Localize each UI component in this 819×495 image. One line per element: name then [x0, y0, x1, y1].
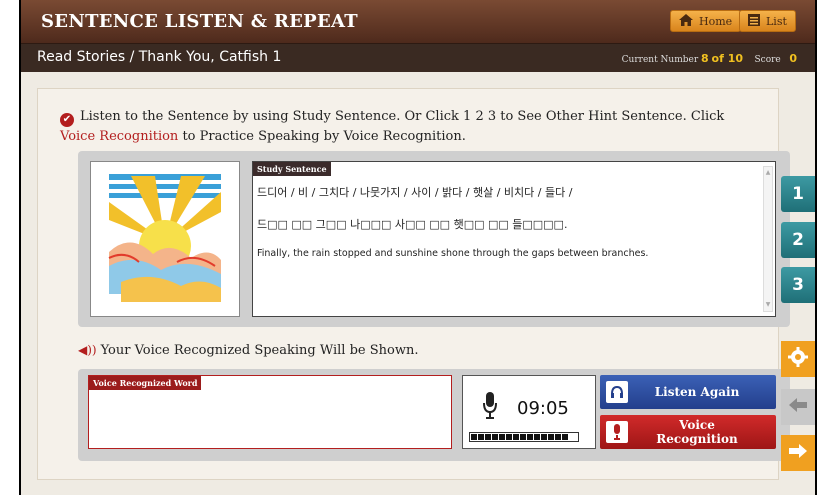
study-words-line: 드디어 / 비 / 그치다 / 나뭇가지 / 사이 / 밝다 / 햇살 / 비치… — [257, 186, 573, 199]
hint-button-2[interactable]: 2 — [781, 222, 815, 258]
current-number-label: Current Number — [621, 55, 699, 65]
study-sentence-box: Study Sentence 드디어 / 비 / 그치다 / 나뭇가지 / 사이… — [252, 161, 776, 317]
hint-button-3[interactable]: 3 — [781, 267, 815, 303]
sentence-area: Study Sentence 드디어 / 비 / 그치다 / 나뭇가지 / 사이… — [78, 151, 790, 327]
lesson-panel: ✔ Listen to the Sentence by using Study S… — [37, 88, 790, 480]
recognized-word-label: Voice Recognized Word — [89, 376, 202, 390]
recognized-word-box: Voice Recognized Word — [88, 375, 452, 449]
sub-header: Read Stories / Thank You, Catfish 1 Curr… — [21, 44, 815, 72]
list-icon — [748, 13, 760, 29]
study-translation: Finally, the rain stopped and sunshine s… — [257, 248, 649, 259]
voice-heading-text: Your Voice Recognized Speaking Will be S… — [100, 343, 419, 358]
arrow-left-icon — [789, 397, 807, 417]
hint-button-1[interactable]: 1 — [781, 176, 815, 212]
study-sentence-label: Study Sentence — [253, 162, 331, 176]
instructions-text-2: to Practice Speaking by Voice Recognitio… — [178, 129, 466, 144]
voice-heading: ◀)) Your Voice Recognized Speaking Will b… — [78, 343, 418, 358]
instructions: ✔ Listen to the Sentence by using Study S… — [60, 107, 760, 146]
gear-icon — [788, 346, 808, 372]
listen-again-button[interactable]: Listen Again — [600, 375, 776, 409]
instructions-highlight: Voice Recognition — [60, 129, 179, 144]
settings-button[interactable] — [781, 341, 815, 377]
score-label: Score — [754, 55, 781, 65]
lesson-stage: SENTENCE LISTEN & REPEAT Home List Read … — [19, 0, 817, 495]
arrow-right-icon — [789, 443, 807, 463]
score-value: 0 — [789, 52, 797, 65]
app-frame: SENTENCE LISTEN & REPEAT Home List Read … — [0, 0, 819, 495]
study-scrollbar[interactable]: ▲ ▼ — [763, 166, 773, 312]
voice-recognition-label: Voice Recognition — [656, 418, 738, 446]
microphone-icon — [606, 421, 628, 443]
story-illustration — [90, 161, 240, 317]
scroll-down-icon[interactable]: ▼ — [764, 301, 772, 309]
headphones-icon — [606, 381, 628, 403]
microphone-icon — [483, 392, 497, 424]
listen-again-label: Listen Again — [654, 385, 740, 399]
study-hint-line: 드□□ □□ 그□□ 나□□□ 사□□ □□ 햇□□ □□ 들□□□□. — [257, 218, 568, 231]
instructions-text-1: Listen to the Sentence by using Study Se… — [80, 109, 725, 124]
list-label: List — [766, 14, 787, 28]
previous-button[interactable] — [781, 389, 815, 425]
home-button[interactable]: Home — [670, 10, 742, 32]
breadcrumb: Read Stories / Thank You, Catfish 1 — [37, 49, 282, 65]
next-button[interactable] — [781, 435, 815, 471]
total-number: of 10 — [711, 52, 744, 65]
top-header: SENTENCE LISTEN & REPEAT Home List — [21, 0, 815, 44]
progress-status: Current Number 8 of 10 Score 0 — [622, 52, 797, 65]
voice-area: Voice Recognized Word 09:05 Listen Again — [78, 369, 790, 461]
scroll-up-icon[interactable]: ▲ — [764, 169, 772, 177]
page-title: SENTENCE LISTEN & REPEAT — [41, 11, 358, 32]
current-number: 8 — [701, 52, 709, 65]
home-icon — [679, 13, 693, 29]
recording-timer-box: 09:05 — [462, 375, 596, 449]
list-button[interactable]: List — [739, 10, 796, 32]
recording-level-meter — [469, 432, 579, 442]
speaker-icon: ◀)) — [78, 343, 97, 357]
home-label: Home — [699, 14, 733, 28]
voice-recognition-button[interactable]: Voice Recognition — [600, 415, 776, 449]
check-icon: ✔ — [60, 113, 74, 127]
recording-timer: 09:05 — [517, 398, 569, 419]
